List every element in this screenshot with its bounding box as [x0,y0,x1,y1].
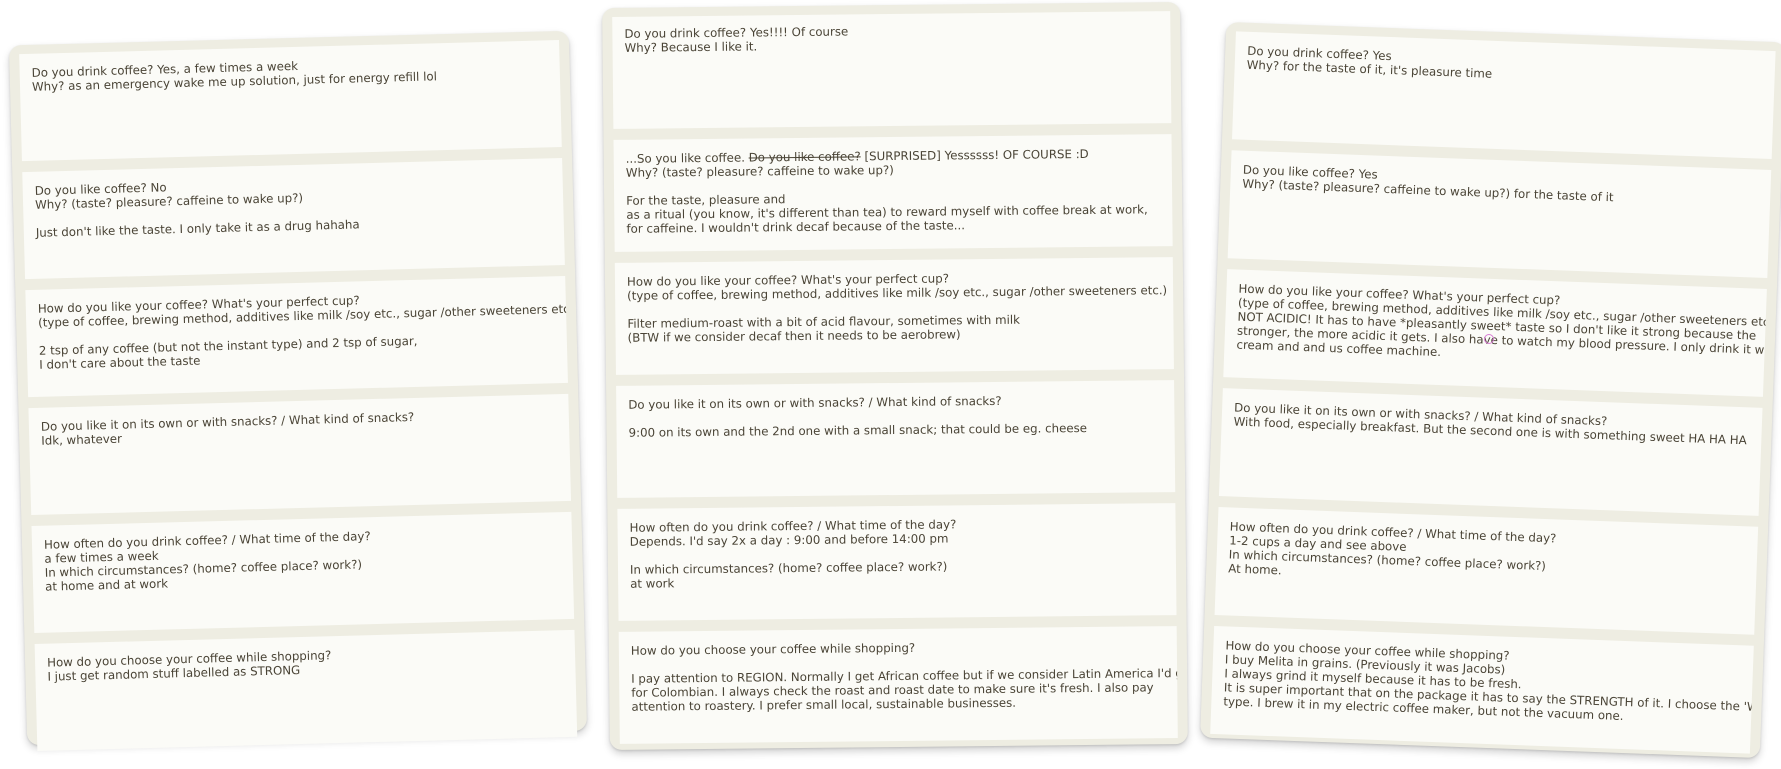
text-prefix: ...So you like coffee. [625,150,749,166]
card: Do you drink coffee? Yes Why? for the ta… [1232,31,1776,160]
card: Do you like it on its own or with snacks… [616,380,1176,498]
board-right: Do you drink coffee? Yes Why? for the ta… [1200,21,1781,759]
card: How often do you drink coffee? / What ti… [31,511,575,633]
card: Do you like coffee? Yes Why? (taste? ple… [1227,150,1772,278]
card: Do you like it on its own or with snacks… [28,393,572,516]
card: How often do you drink coffee? / What ti… [617,503,1177,621]
card: How do you choose your coffee while shop… [1210,625,1754,754]
strikethrough-text: Do you like coffee? [748,149,861,165]
cursor-icon [1484,334,1494,344]
board-middle: Do you drink coffee? Yes!!!! Of course W… [602,1,1188,751]
canvas: Do you drink coffee? Yes, a few times a … [0,0,1781,769]
card: Do you drink coffee? Yes!!!! Of course W… [612,11,1172,129]
card: How often do you drink coffee? / What ti… [1214,507,1759,635]
text-suffix: [SURPRISED] Yessssss! OF COURSE :D [860,146,1089,164]
card: Do you like it on its own or with snacks… [1218,388,1763,516]
card: Do you drink coffee? Yes, a few times a … [19,40,562,162]
card: How do you choose your coffee while shop… [618,626,1178,744]
board-left: Do you drink coffee? Yes, a few times a … [8,30,588,751]
card: ...So you like coffee. Do you like coffe… [613,134,1173,252]
card: How do you choose your coffee while shop… [34,629,578,751]
card: How do you like your coffee? What's your… [1223,269,1767,397]
card: How do you like your coffee? What's your… [614,257,1174,375]
card: How do you like your coffee? What's your… [25,275,568,398]
card: Do you like coffee? No Why? (taste? plea… [22,158,565,280]
